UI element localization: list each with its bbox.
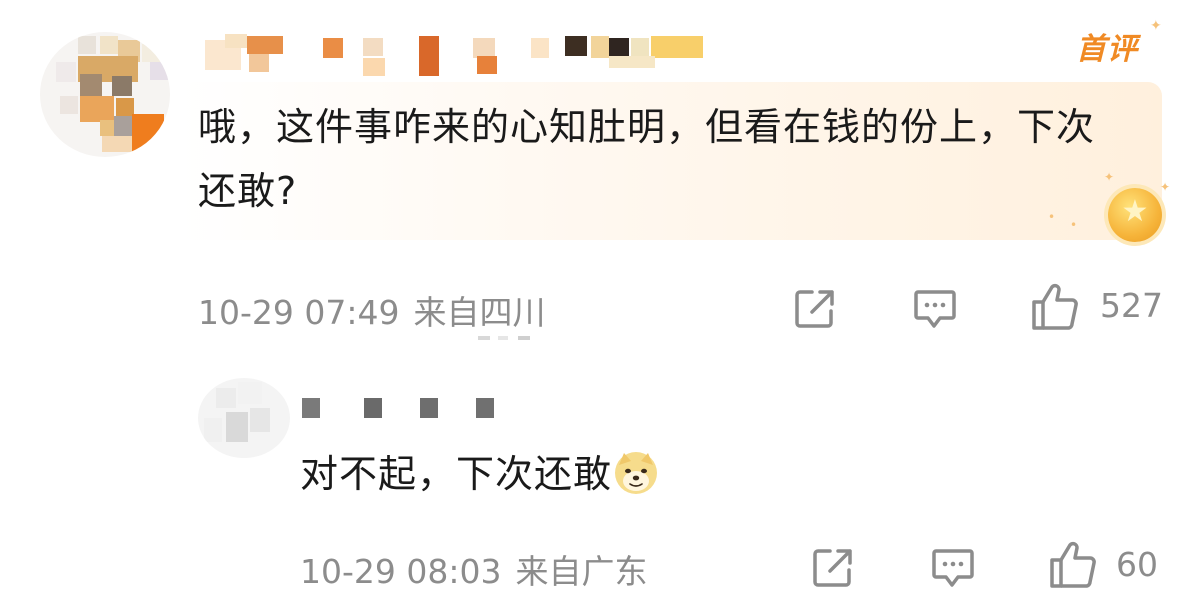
doge-emoji-icon xyxy=(615,451,658,494)
comment-icon[interactable] xyxy=(930,545,976,591)
like-count: 527 xyxy=(1100,286,1163,325)
author-name-blurred[interactable] xyxy=(205,32,715,76)
reply-location: 来自广东 xyxy=(515,552,648,591)
like-icon[interactable] xyxy=(1048,540,1098,590)
comment-text[interactable]: 哦，这件事咋来的心知肚明，但看在钱的份上，下次还敢? xyxy=(198,95,1098,223)
reply-meta: 10-29 08:03 来自广东 xyxy=(300,545,647,593)
reply-timestamp: 10-29 08:03 xyxy=(300,552,502,591)
first-comment-badge: 首评 ✦ xyxy=(1076,18,1162,67)
comment-icon[interactable] xyxy=(912,286,958,332)
reply-text[interactable]: 对不起，下次还敢 xyxy=(300,444,658,504)
medal-icon: ★ ✦ ✦ • • xyxy=(1048,170,1170,250)
reply-author-name-blurred[interactable] xyxy=(300,396,520,420)
badge-label: 首评 xyxy=(1076,32,1138,67)
location: 来自四川 xyxy=(413,293,546,332)
reply-text-content: 对不起，下次还敢 xyxy=(300,452,613,496)
like-icon[interactable] xyxy=(1030,282,1080,332)
avatar[interactable] xyxy=(40,32,170,157)
timestamp: 10-29 07:49 xyxy=(198,293,400,332)
reply-avatar[interactable] xyxy=(198,378,290,458)
comment-meta: 10-29 07:49 来自四川 xyxy=(198,286,559,334)
divider xyxy=(478,334,534,342)
reply-like-count: 60 xyxy=(1116,545,1158,584)
share-icon[interactable] xyxy=(792,286,838,332)
share-icon[interactable] xyxy=(810,545,856,591)
